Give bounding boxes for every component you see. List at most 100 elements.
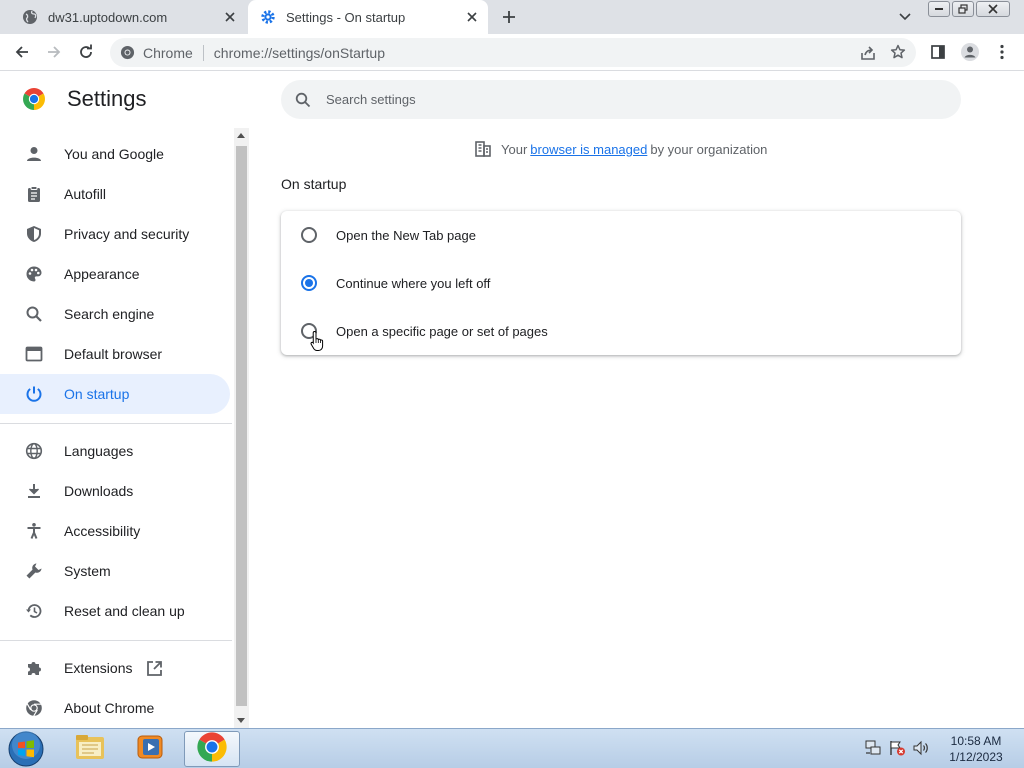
tab-title: Settings - On startup (286, 9, 406, 25)
puzzle-icon (24, 658, 44, 678)
chrome-icon (196, 731, 228, 768)
address-bar[interactable]: Chrome chrome://settings/onStartup (110, 38, 916, 67)
chrome-taskbar-button[interactable] (184, 731, 240, 767)
wrench-icon (24, 561, 44, 581)
hand-pointer-cursor-icon (310, 330, 326, 352)
url-text[interactable]: chrome://settings/onStartup (214, 45, 385, 61)
sidebar-item-label: Privacy and security (64, 226, 190, 242)
reload-icon[interactable] (76, 42, 96, 62)
restore-button[interactable] (952, 1, 974, 17)
open-in-new-icon (146, 660, 163, 677)
radio-button-selected[interactable] (301, 275, 317, 291)
sidebar-item-reset-and-clean-up[interactable]: Reset and clean up (0, 591, 230, 631)
sidebar-item-on-startup[interactable]: On startup (0, 374, 230, 414)
sidebar-item-label: Accessibility (64, 523, 141, 539)
globe-icon (22, 9, 38, 25)
browser-toolbar: Chrome chrome://settings/onStartup (0, 34, 1024, 71)
clipboard-icon (24, 184, 44, 204)
sidebar-item-default-browser[interactable]: Default browser (0, 334, 230, 374)
startup-option-new-tab[interactable]: Open the New Tab page (281, 211, 961, 259)
palette-icon (24, 264, 44, 284)
close-tab-icon[interactable] (464, 9, 480, 25)
taskbar-clock[interactable]: 10:58 AM 1/12/2023 (938, 733, 1014, 765)
share-icon[interactable] (860, 45, 876, 64)
system-tray (864, 739, 930, 762)
action-center-flag-icon[interactable] (888, 739, 906, 762)
close-tab-icon[interactable] (222, 9, 238, 25)
network-icon[interactable] (864, 739, 882, 762)
sidebar-item-label: Downloads (64, 483, 134, 499)
sidebar-scrollbar[interactable] (234, 128, 249, 728)
person-icon (24, 144, 44, 164)
globe-icon (24, 441, 44, 461)
browser-icon (24, 344, 44, 364)
more-menu-icon[interactable] (992, 42, 1012, 62)
scrollbar-thumb[interactable] (236, 146, 247, 706)
radio-button[interactable] (301, 227, 317, 243)
back-icon[interactable] (12, 42, 32, 62)
scroll-up-arrow-icon[interactable] (237, 133, 245, 138)
startup-option-continue[interactable]: Continue where you left off (281, 259, 961, 307)
minimize-button[interactable] (928, 1, 950, 17)
sidebar-item-extensions[interactable]: Extensions (0, 648, 230, 688)
sidebar-item-you-and-google[interactable]: You and Google (0, 134, 230, 174)
managed-prefix: Your (501, 141, 528, 157)
omnibox-divider (202, 44, 204, 61)
profile-avatar-icon[interactable] (960, 42, 980, 62)
page-title: Settings (67, 86, 147, 111)
forward-icon[interactable] (44, 42, 64, 62)
scroll-down-arrow-icon[interactable] (237, 718, 245, 723)
sidebar-item-label: Search engine (64, 306, 155, 322)
clock-date: 1/12/2023 (949, 750, 1003, 764)
accessibility-icon (24, 521, 44, 541)
tab-uptodown[interactable]: dw31.uptodown.com (0, 0, 246, 34)
sidebar-item-downloads[interactable]: Downloads (0, 471, 230, 511)
media-player-taskbar-button[interactable] (122, 731, 178, 767)
window-controls (928, 1, 1010, 17)
managed-suffix: by your organization (650, 141, 768, 157)
chrome-logo-icon (22, 87, 46, 111)
sidebar-item-label: Appearance (64, 266, 140, 282)
sidebar-item-system[interactable]: System (0, 551, 230, 591)
sidebar-item-privacy-and-security[interactable]: Privacy and security (0, 214, 230, 254)
download-icon (24, 481, 44, 501)
sidebar-item-about-chrome[interactable]: About Chrome (0, 688, 230, 728)
sidebar-item-label: Extensions (64, 660, 133, 676)
tab-title: dw31.uptodown.com (48, 9, 168, 25)
startup-option-specific-pages[interactable]: Open a specific page or set of pages (281, 307, 961, 355)
folder-icon (74, 733, 106, 766)
clock-time: 10:58 AM (950, 734, 1002, 748)
sidebar-item-search-engine[interactable]: Search engine (0, 294, 230, 334)
sidebar-item-label: About Chrome (64, 700, 155, 716)
search-settings-field[interactable] (281, 80, 961, 119)
sidebar-item-accessibility[interactable]: Accessibility (0, 511, 230, 551)
search-icon (294, 91, 312, 109)
close-window-button[interactable] (976, 1, 1010, 17)
explorer-taskbar-button[interactable] (62, 731, 118, 767)
option-label: Open the New Tab page (336, 227, 476, 243)
managed-notice: Your browser is managed by your organiza… (474, 140, 767, 158)
shield-icon (24, 224, 44, 244)
power-icon (24, 384, 44, 404)
sidebar-item-autofill[interactable]: Autofill (0, 174, 230, 214)
side-panel-icon[interactable] (928, 42, 948, 62)
tab-settings[interactable]: Settings - On startup (248, 0, 488, 34)
bookmark-star-icon[interactable] (890, 44, 906, 63)
gear-icon (260, 9, 276, 25)
startup-options-card: Open the New Tab page Continue where you… (281, 211, 961, 355)
sidebar-item-label: Autofill (64, 186, 107, 202)
browser-managed-link[interactable]: browser is managed (530, 142, 647, 157)
tab-strip: dw31.uptodown.com Settings - On startup (0, 0, 1024, 34)
sidebar-item-appearance[interactable]: Appearance (0, 254, 230, 294)
volume-icon[interactable] (912, 739, 930, 762)
restore-icon (24, 601, 44, 621)
new-tab-button[interactable] (500, 8, 518, 26)
option-label: Continue where you left off (336, 275, 491, 291)
search-input[interactable] (326, 92, 961, 107)
sidebar-item-languages[interactable]: Languages (0, 431, 230, 471)
start-button[interactable] (6, 730, 46, 768)
section-title: On startup (281, 176, 347, 192)
sidebar-item-label: Languages (64, 443, 134, 459)
tab-search-chevron-icon[interactable] (896, 9, 914, 25)
windows-taskbar: 10:58 AM 1/12/2023 (0, 728, 1024, 768)
